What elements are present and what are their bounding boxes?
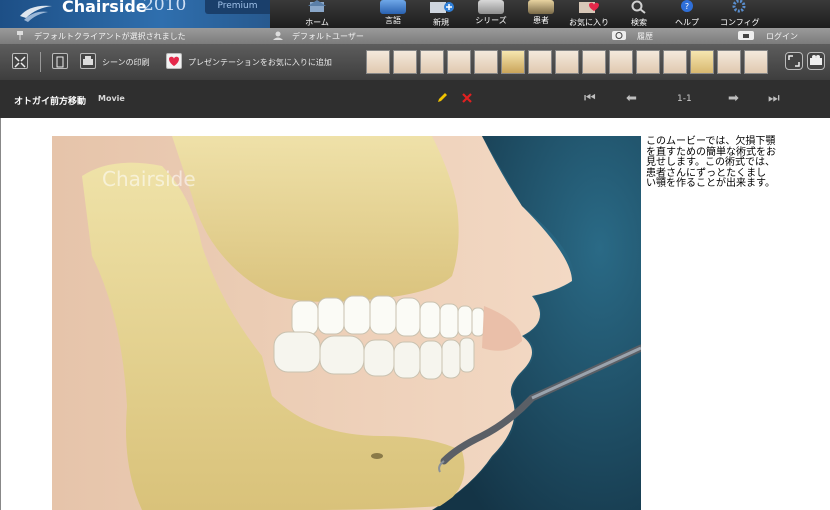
scene-caption: このムービーでは、欠損下顎を直すための簡単な術式をお見せします。この術式では、患… bbox=[646, 136, 776, 189]
nav-search[interactable]: 検索 bbox=[624, 0, 654, 28]
nav-config[interactable]: コンフィグ bbox=[720, 0, 760, 28]
scene-thumb-9[interactable] bbox=[582, 50, 606, 74]
scene-thumb-5[interactable] bbox=[474, 50, 498, 74]
present-button[interactable] bbox=[807, 52, 825, 70]
user-icon bbox=[273, 31, 283, 40]
client-status: デフォルトクライアントが選択されました bbox=[34, 32, 186, 41]
fullscreen-button[interactable] bbox=[785, 52, 803, 70]
scene-thumb-1[interactable] bbox=[366, 50, 390, 74]
first-page-button[interactable]: ⏮ bbox=[584, 91, 596, 106]
favorites-icon bbox=[579, 2, 599, 13]
add-favorite-label[interactable]: プレゼンテーションをお気に入りに追加 bbox=[188, 57, 332, 68]
patient-icon bbox=[528, 0, 554, 14]
scene-title-bar: オトガイ前方移動 Movie ⏮ ⬅ 1-1 ➡ ⏭ bbox=[0, 80, 830, 118]
scene-thumb-3[interactable] bbox=[420, 50, 444, 74]
nav-help[interactable]: ? ヘルプ bbox=[672, 0, 702, 28]
expand-icon bbox=[788, 55, 800, 67]
top-bar: Chairside 2010 Premium ホーム 言語 新規 シリーズ 患者… bbox=[0, 0, 830, 28]
printer-icon bbox=[83, 56, 93, 65]
projector-icon bbox=[810, 55, 822, 65]
info-icon bbox=[56, 56, 64, 68]
nav-new[interactable]: 新規 bbox=[426, 0, 456, 28]
collapse-icon bbox=[14, 56, 26, 68]
scene-thumb-6[interactable] bbox=[501, 50, 525, 74]
lock-icon bbox=[738, 31, 754, 40]
app-year: 2010 bbox=[143, 0, 187, 15]
edition-badge: Premium bbox=[205, 0, 270, 14]
app-name: Chairside bbox=[62, 0, 147, 16]
svg-text:?: ? bbox=[685, 2, 689, 11]
prev-page-button[interactable]: ⬅ bbox=[626, 91, 637, 106]
heart-icon bbox=[169, 56, 179, 66]
scene-type: Movie bbox=[98, 94, 125, 103]
history-link[interactable]: 履歴 bbox=[637, 31, 653, 42]
history-icon bbox=[612, 31, 626, 40]
nav-favorites[interactable]: お気に入り bbox=[566, 0, 612, 28]
player-watermark: Chairside bbox=[102, 167, 196, 191]
scene-thumb-11[interactable] bbox=[636, 50, 660, 74]
series-icon bbox=[478, 0, 504, 14]
nav-patient[interactable]: 患者 bbox=[526, 0, 556, 28]
nav-search-label: 検索 bbox=[631, 18, 647, 27]
movie-player[interactable]: Chairside bbox=[52, 136, 641, 510]
jaw-illustration: Chairside bbox=[52, 136, 641, 510]
collapse-button[interactable] bbox=[12, 53, 28, 69]
last-page-button[interactable]: ⏭ bbox=[768, 91, 780, 106]
app-logo: Chairside 2010 Premium bbox=[0, 0, 270, 28]
new-icon bbox=[430, 2, 454, 13]
scene-thumb-4[interactable] bbox=[447, 50, 471, 74]
logo-swirl-icon bbox=[20, 5, 52, 22]
scene-title: オトガイ前方移動 bbox=[14, 97, 87, 107]
nav-patient-label: 患者 bbox=[533, 16, 549, 25]
scene-thumb-2[interactable] bbox=[393, 50, 417, 74]
nav-help-label: ヘルプ bbox=[675, 18, 699, 27]
nav-config-label: コンフィグ bbox=[720, 18, 760, 27]
scene-thumb-7[interactable] bbox=[528, 50, 552, 74]
scene-thumb-8[interactable] bbox=[555, 50, 579, 74]
content-border bbox=[0, 118, 1, 510]
nav-home-label: ホーム bbox=[305, 18, 329, 27]
nav-language-label: 言語 bbox=[385, 16, 401, 25]
login-link[interactable]: ログイン bbox=[766, 31, 798, 42]
status-bar: デフォルトクライアントが選択されました デフォルトユーザー 履歴 ログイン bbox=[0, 28, 830, 44]
scene-thumb-15[interactable] bbox=[744, 50, 768, 74]
scene-thumb-10[interactable] bbox=[609, 50, 633, 74]
search-icon bbox=[631, 0, 646, 14]
home-icon bbox=[308, 0, 326, 12]
user-status[interactable]: デフォルトユーザー bbox=[292, 31, 364, 42]
nav-new-label: 新規 bbox=[433, 18, 449, 27]
print-button[interactable] bbox=[80, 53, 96, 69]
help-icon: ? bbox=[681, 0, 693, 12]
delete-x-icon[interactable] bbox=[462, 93, 472, 103]
pin-icon bbox=[17, 31, 23, 40]
nav-series[interactable]: シリーズ bbox=[474, 0, 508, 28]
scene-thumb-14[interactable] bbox=[717, 50, 741, 74]
scene-thumb-12[interactable] bbox=[663, 50, 687, 74]
scene-toolbar: シーンの印刷 プレゼンテーションをお気に入りに追加 bbox=[0, 44, 830, 80]
next-page-button[interactable]: ➡ bbox=[728, 91, 739, 106]
page-indicator: 1-1 bbox=[677, 94, 692, 104]
print-label[interactable]: シーンの印刷 bbox=[102, 57, 150, 68]
nav-language[interactable]: 言語 bbox=[378, 0, 408, 28]
language-icon bbox=[380, 0, 406, 14]
nav-favorites-label: お気に入り bbox=[569, 18, 609, 27]
config-icon bbox=[732, 0, 746, 13]
edit-pencil-icon[interactable] bbox=[436, 92, 448, 104]
nav-home[interactable]: ホーム bbox=[302, 0, 332, 28]
info-button[interactable] bbox=[52, 53, 68, 69]
add-favorite-button[interactable] bbox=[166, 53, 182, 69]
nav-series-label: シリーズ bbox=[475, 16, 507, 25]
scene-thumb-13[interactable] bbox=[690, 50, 714, 74]
toolbar-divider bbox=[40, 52, 41, 72]
